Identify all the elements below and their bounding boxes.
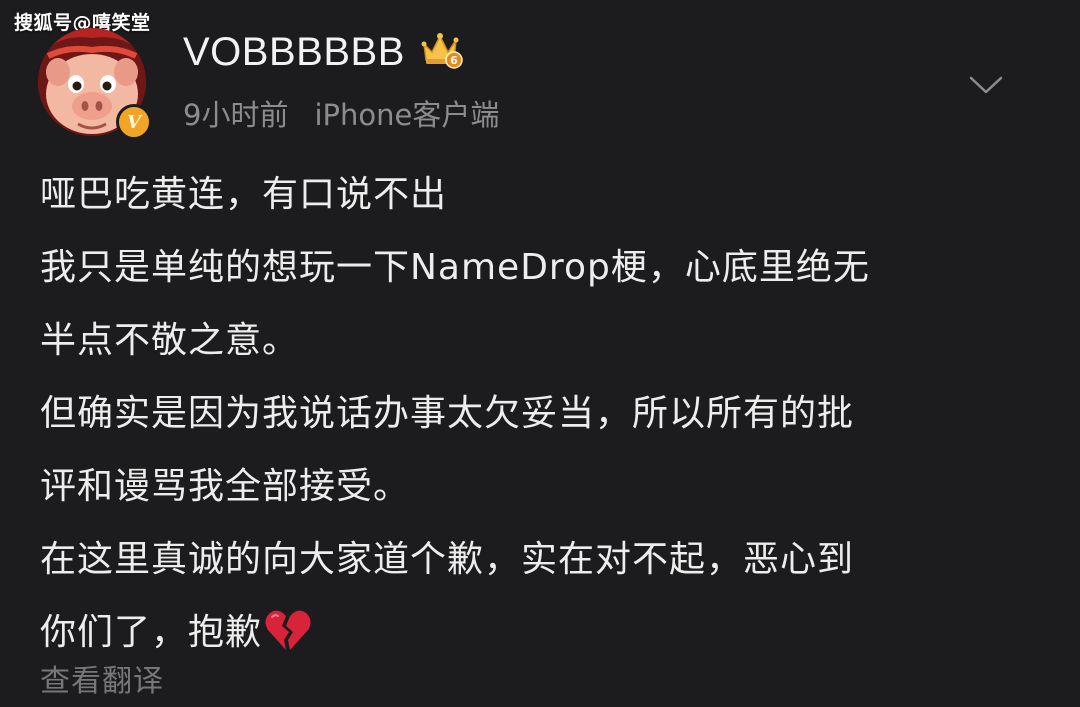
content-line: 我只是单纯的想玩一下NameDrop梗，心底里绝无	[40, 247, 870, 288]
post-meta: 9小时前 iPhone客户端	[183, 92, 499, 134]
broken-heart-icon	[264, 604, 312, 650]
username[interactable]: VOBBBBBB	[183, 30, 405, 75]
post-time: 9小时前	[183, 98, 289, 132]
avatar[interactable]: V	[38, 28, 152, 140]
content-line: 但确实是因为我说话办事太欠妥当，所以所有的批	[40, 393, 855, 434]
verified-badge: V	[116, 104, 152, 140]
post-source: iPhone客户端	[314, 98, 500, 132]
crown-icon[interactable]: 6	[420, 30, 464, 70]
vip-level: 6	[450, 54, 458, 67]
content-line-last: 你们了，抱歉	[40, 596, 1040, 669]
content-line: 半点不敬之意。	[40, 320, 300, 361]
content-line: 在这里真诚的向大家道个歉，实在对不起，恶心到	[40, 539, 855, 580]
content-line-text: 你们了，抱歉	[40, 612, 263, 653]
view-translation-link[interactable]: 查看翻译	[40, 656, 164, 700]
content-line: 评和谩骂我全部接受。	[40, 466, 411, 507]
chevron-down-icon[interactable]	[968, 70, 1004, 100]
content-line: 哑巴吃黄连，有口说不出	[40, 174, 448, 215]
post-content: 哑巴吃黄连，有口说不出 我只是单纯的想玩一下NameDrop梗，心底里绝无 半点…	[40, 158, 1040, 669]
